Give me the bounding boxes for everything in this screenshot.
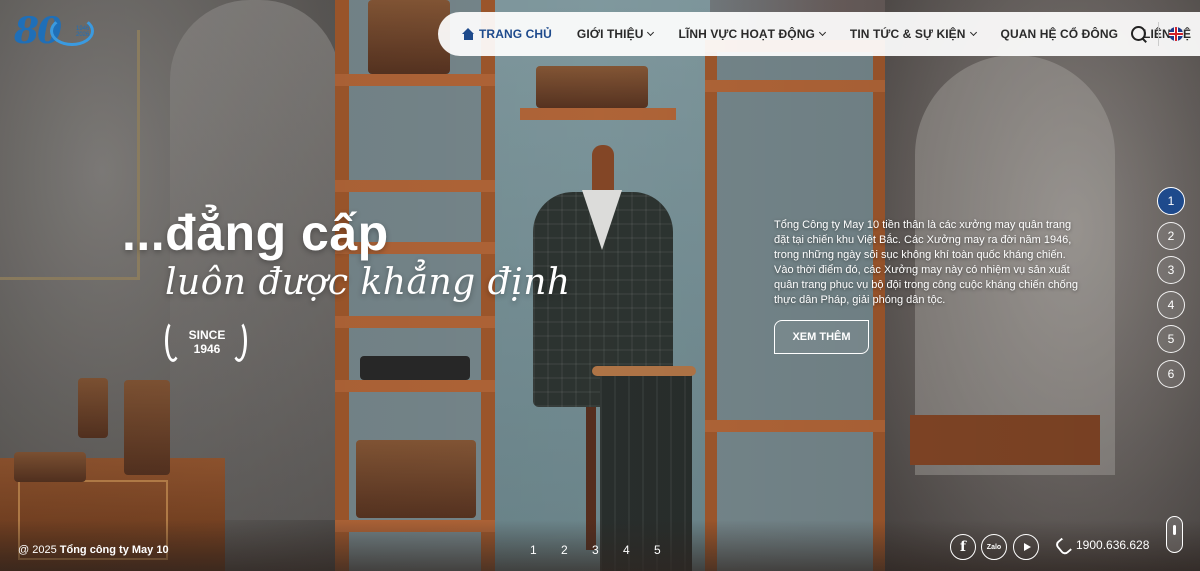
hotline-number: 1900.636.628 xyxy=(1076,538,1150,552)
nav-contact[interactable]: LIÊN HỆ xyxy=(1143,27,1191,41)
hotline[interactable]: 1900.636.628 xyxy=(1057,538,1149,552)
slide-number[interactable]: 2 xyxy=(561,543,592,557)
slide-pagination: 1 2 3 4 5 xyxy=(530,543,685,557)
logo-years: 1946 2026 xyxy=(76,26,90,38)
nav-divider xyxy=(1158,22,1159,46)
since-label: SINCE xyxy=(188,328,226,342)
nav-about[interactable]: GIỚI THIỆU xyxy=(577,27,655,41)
hero-tagline: luôn được khẳng định xyxy=(165,262,571,303)
section-pager: 1 2 3 4 5 6 xyxy=(1157,187,1185,394)
slide-number[interactable]: 4 xyxy=(623,543,654,557)
nav-home[interactable]: TRANG CHỦ xyxy=(462,27,552,41)
slide-number[interactable]: 3 xyxy=(592,543,623,557)
pager-dot[interactable]: 4 xyxy=(1157,290,1185,319)
main-nav: TRANG CHỦ GIỚI THIỆU LĨNH VỰC HOẠT ĐỘNG … xyxy=(438,12,1200,56)
pager-dot[interactable]: 3 xyxy=(1157,256,1185,284)
nav-news-events[interactable]: TIN TỨC & SỰ KIỆN xyxy=(850,27,977,41)
copyright: @ 2025 Tổng công ty May 10 xyxy=(18,544,169,556)
facebook-icon[interactable]: f xyxy=(950,534,976,560)
chevron-down-icon xyxy=(647,28,655,37)
search-icon[interactable] xyxy=(1131,26,1147,42)
pager-dot[interactable]: 1 xyxy=(1157,187,1185,215)
hero-description: Tổng Công ty May 10 tiền thân là các xưở… xyxy=(774,219,1078,306)
hero-headline: ...đẳng cấp xyxy=(122,205,389,261)
chevron-down-icon xyxy=(818,28,826,37)
brand-logo[interactable]: 80 1946 2026 xyxy=(14,8,94,54)
slide-number[interactable]: 5 xyxy=(654,543,685,557)
home-icon xyxy=(462,28,475,40)
zalo-icon[interactable]: Zalo xyxy=(981,534,1007,560)
company-name: Tổng công ty May 10 xyxy=(59,544,169,556)
phone-icon xyxy=(1057,539,1069,551)
nav-investor-relations[interactable]: QUAN HỆ CỔ ĐÔNG xyxy=(1001,27,1119,41)
chevron-down-icon xyxy=(969,28,977,37)
since-badge: SINCE 1946 xyxy=(165,318,249,364)
slide-number[interactable]: 1 xyxy=(530,543,561,557)
pager-dot[interactable]: 2 xyxy=(1157,221,1185,250)
uk-flag-icon[interactable] xyxy=(1169,27,1183,41)
nav-business-areas[interactable]: LĨNH VỰC HOẠT ĐỘNG xyxy=(678,27,826,41)
since-year: 1946 xyxy=(193,342,221,356)
youtube-icon[interactable] xyxy=(1013,534,1039,560)
read-more-button[interactable]: XEM THÊM xyxy=(774,320,869,354)
scroll-indicator-icon[interactable] xyxy=(1166,516,1183,553)
pager-dot[interactable]: 6 xyxy=(1157,359,1185,388)
pager-dot[interactable]: 5 xyxy=(1157,325,1185,353)
